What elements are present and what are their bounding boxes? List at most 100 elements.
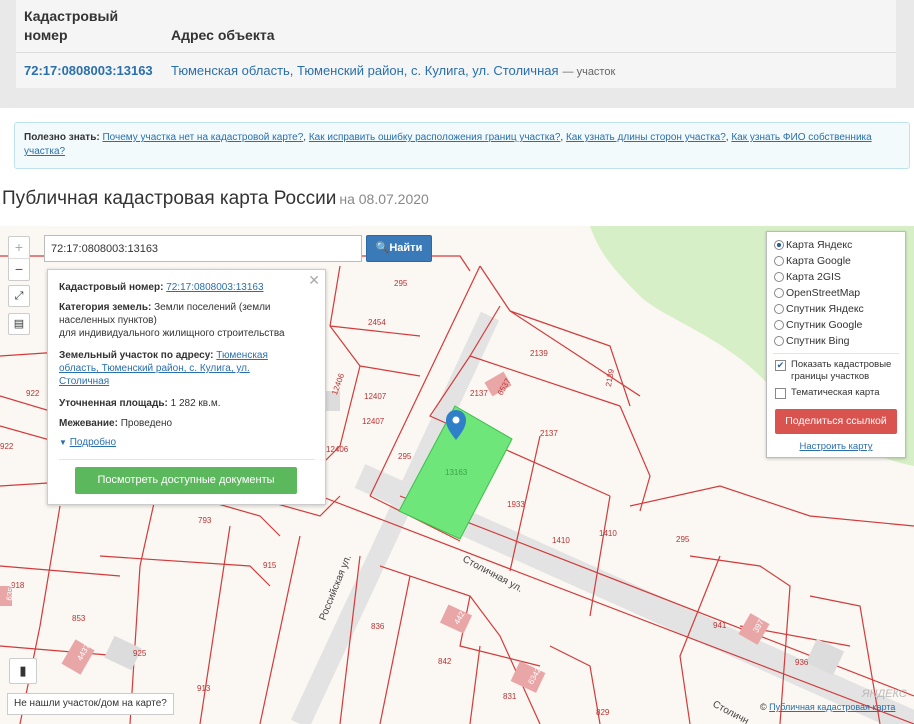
parcel-number: 922: [26, 389, 40, 398]
hint-link-fix-boundary[interactable]: Как исправить ошибку расположения границ…: [309, 132, 561, 143]
popup-cadastral-number: Кадастровый номер: 72:17:0808003:13163: [59, 281, 317, 294]
fullscreen-button[interactable]: ⤢: [8, 285, 30, 307]
zoom-in-button[interactable]: +: [9, 237, 29, 259]
parcel-number: 836: [371, 622, 385, 631]
layer-label: Карта Google: [786, 255, 851, 267]
parcel-number: 1410: [552, 536, 570, 545]
parcel-number: 925: [133, 649, 147, 658]
show-boundaries-checkbox[interactable]: ✔: [775, 360, 786, 371]
parcel-number: 915: [263, 561, 277, 570]
radio-icon[interactable]: [774, 320, 784, 330]
radio-icon[interactable]: [774, 304, 784, 314]
layer-option-2gis-map[interactable]: Карта 2GIS: [774, 270, 841, 286]
attribution-link[interactable]: Публичная кадастровая карта: [769, 702, 895, 712]
radio-icon[interactable]: [774, 272, 784, 282]
popup-address-line-3[interactable]: Столичная: [59, 376, 109, 387]
search-icon: 🔍: [375, 242, 390, 254]
column-header-address: Адрес объекта: [171, 27, 275, 43]
cadastral-map[interactable]: 295 2454 12406 12407 12407 12406 922 922…: [0, 226, 914, 724]
zoom-out-button[interactable]: −: [9, 259, 29, 280]
parcel-number: 913: [197, 684, 211, 693]
popup-category-label: Категория земель:: [59, 302, 152, 313]
search-button[interactable]: 🔍Найти: [366, 235, 432, 262]
parcel-number: 2139: [604, 368, 616, 388]
layer-option-google-map[interactable]: Карта Google: [774, 254, 851, 270]
parcel-number: 922: [0, 442, 14, 451]
object-address[interactable]: Тюменская область, Тюменский район, с. К…: [171, 63, 615, 78]
parcel-number: 2139: [530, 349, 548, 358]
radio-icon[interactable]: [774, 336, 784, 346]
parcel-number: 829: [596, 708, 610, 717]
hint-link-side-lengths[interactable]: Как узнать длины сторон участка?: [566, 132, 726, 143]
legend-button[interactable]: ▮: [9, 658, 37, 684]
layer-label: OpenStreetMap: [786, 287, 861, 299]
search-button-label: Найти: [389, 242, 423, 254]
checkmark-icon: ✔: [776, 360, 785, 370]
object-address-text[interactable]: Тюменская область, Тюменский район, с. К…: [171, 63, 559, 78]
parcel-number: 793: [198, 516, 212, 525]
parcel-number: 1410: [599, 529, 617, 538]
copyright-mark: ©: [760, 702, 767, 712]
popup-address-label: Земельный участок по адресу:: [59, 350, 214, 361]
popup-address: Земельный участок по адресу: Тюменская о…: [59, 349, 317, 388]
popup-survey-value: Проведено: [120, 418, 173, 429]
layer-option-yandex-satellite[interactable]: Спутник Яндекс: [774, 302, 864, 318]
layer-option-bing-satellite[interactable]: Спутник Bing: [774, 334, 850, 350]
popup-category-line-2: населенных пунктов): [59, 315, 157, 326]
parcel-number: 295: [398, 452, 412, 461]
object-type: — участок: [562, 66, 616, 78]
popup-number-label: Кадастровый номер:: [59, 282, 164, 293]
map-layer-panel: Карта Яндекс Карта Google Карта 2GIS Ope…: [766, 231, 906, 458]
popup-area-label: Уточненная площадь:: [59, 398, 168, 409]
parcel-number: 842: [438, 657, 452, 666]
parcel-number: 12406: [330, 372, 346, 397]
parcel-info-popup: ✕ Кадастровый номер: 72:17:0808003:13163…: [47, 269, 326, 505]
attribution: © Публичная кадастровая карта: [760, 702, 895, 712]
popup-number-link[interactable]: 72:17:0808003:13163: [166, 282, 263, 293]
parcel-number: 941: [713, 621, 727, 630]
popup-category-line-3: для индивидуального жилищного строительс…: [59, 328, 285, 339]
layer-label: Карта 2GIS: [786, 271, 841, 283]
popup-area: Уточненная площадь: 1 282 кв.м.: [59, 397, 317, 410]
parcel-number: 2137: [540, 429, 558, 438]
layer-option-google-satellite[interactable]: Спутник Google: [774, 318, 862, 334]
not-found-link[interactable]: Не нашли участок/дом на карте?: [7, 693, 174, 715]
popup-address-line-1[interactable]: Тюменская: [216, 350, 268, 361]
parcel-number: 295: [676, 535, 690, 544]
configure-map-link[interactable]: Настроить карту: [767, 441, 905, 452]
popup-address-line-2[interactable]: область, Тюменский район, с. Кулига, ул.: [59, 363, 250, 374]
table-divider: [16, 52, 896, 53]
layer-label: Спутник Яндекс: [786, 303, 864, 315]
parcel-number: 2137: [470, 389, 488, 398]
radio-icon[interactable]: [774, 256, 784, 266]
popup-survey-label: Межевание:: [59, 418, 118, 429]
view-documents-button[interactable]: Посмотреть доступные документы: [75, 467, 297, 494]
popup-more-link[interactable]: Подробно: [70, 437, 116, 448]
popup-survey: Межевание: Проведено: [59, 417, 317, 430]
radio-icon[interactable]: [774, 288, 784, 298]
hint-box: Полезно знать: Почему участка нет на кад…: [14, 122, 910, 169]
page-title: Публичная кадастровая карта России на 08.…: [2, 188, 429, 210]
popup-area-value: 1 282 кв.м.: [170, 398, 221, 409]
triangle-down-icon: ▼: [59, 438, 67, 447]
page-date: на 08.07.2020: [339, 191, 429, 207]
layer-option-osm[interactable]: OpenStreetMap: [774, 286, 860, 302]
hint-link-missing-parcel[interactable]: Почему участка нет на кадастровой карте?: [102, 132, 303, 143]
show-boundaries-line-2: границы участков: [791, 371, 870, 382]
street-label-stolichnaya: Столичная ул.: [461, 554, 525, 595]
parcel-number: 295: [394, 279, 408, 288]
cadastral-number-link[interactable]: 72:17:0808003:13163: [24, 63, 153, 78]
selected-parcel-number: 13163: [445, 468, 468, 477]
show-boundaries-line-1: Показать кадастровые: [791, 359, 892, 370]
layer-label: Карта Яндекс: [786, 239, 853, 251]
cadastral-search-input[interactable]: [44, 235, 362, 262]
popup-category-line-1: Земли поселений (земли: [154, 302, 271, 313]
radio-icon[interactable]: [774, 240, 784, 250]
popup-more-toggle[interactable]: ▼ Подробно: [59, 436, 317, 449]
print-button[interactable]: ▤: [8, 313, 30, 335]
show-boundaries-label: Показать кадастровые границы участков: [791, 359, 901, 383]
layer-option-yandex-map[interactable]: Карта Яндекс: [774, 238, 852, 254]
share-link-button[interactable]: Поделиться ссылкой: [775, 409, 897, 434]
thematic-map-checkbox[interactable]: [775, 388, 786, 399]
parcel-number: 12407: [362, 417, 385, 426]
